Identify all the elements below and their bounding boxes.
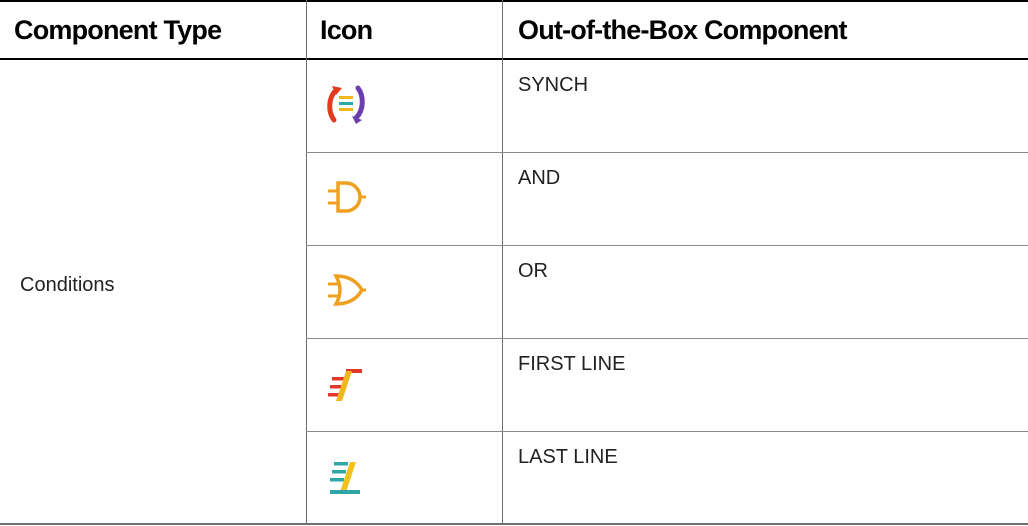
table-row: AND	[306, 153, 1028, 245]
or-gate-icon	[320, 264, 372, 316]
header-icon: Icon	[320, 14, 373, 45]
component-name: FIRST LINE	[518, 353, 626, 375]
table-row: OR	[306, 246, 1028, 338]
component-name: AND	[518, 167, 561, 189]
synch-icon	[320, 78, 372, 130]
component-type-cell: Conditions	[20, 274, 115, 296]
and-gate-icon	[320, 171, 372, 223]
last-line-icon	[320, 450, 372, 502]
table-header: Component Type Icon Out-of-the-Box Compo…	[0, 0, 1028, 60]
components-table: Component Type Icon Out-of-the-Box Compo…	[0, 0, 1028, 526]
component-name: LAST LINE	[518, 446, 618, 468]
table-row: FIRST LINE	[306, 339, 1028, 431]
table-row: LAST LINE	[306, 432, 1028, 524]
component-name: OR	[518, 260, 548, 282]
table-bottom-border	[0, 523, 1028, 525]
table-row: SYNCH	[306, 60, 1028, 152]
header-out-of-the-box-component: Out-of-the-Box Component	[518, 14, 848, 45]
component-name: SYNCH	[518, 74, 589, 96]
header-component-type: Component Type	[14, 14, 222, 45]
first-line-icon	[320, 357, 372, 409]
